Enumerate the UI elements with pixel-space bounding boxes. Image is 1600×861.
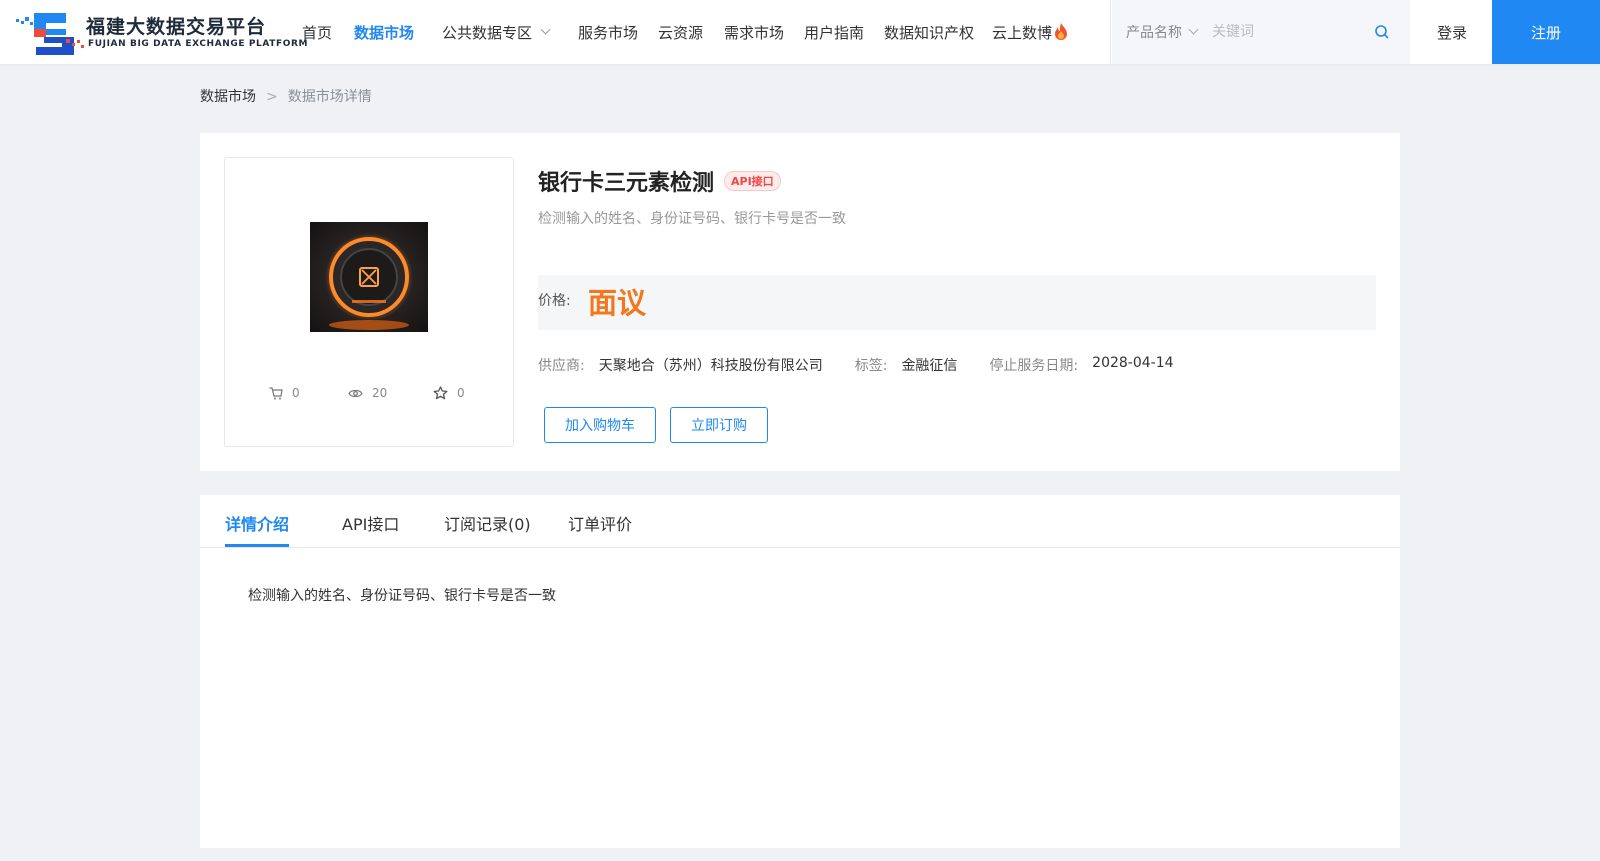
breadcrumb-current: 数据市场详情 — [287, 89, 372, 105]
chevron-down-icon — [1188, 24, 1199, 34]
nav-cloud-resources[interactable]: 云资源 — [658, 0, 703, 64]
price-value: 面议 — [588, 286, 647, 320]
search-bar: 产品名称 — [1112, 0, 1410, 64]
header-divider — [1110, 0, 1111, 64]
tag-value: 金融征信 — [901, 358, 958, 374]
search-input[interactable] — [1212, 16, 1372, 48]
supplier-label: 供应商: — [538, 358, 585, 374]
product-meta-row: 供应商: 天聚地合（苏州）科技股份有限公司 标签: 金融征信 停止服务日期: 2… — [538, 355, 1174, 375]
favorite-count-stat[interactable]: 0 — [433, 386, 465, 400]
nav-data-ip[interactable]: 数据知识产权 — [884, 0, 974, 64]
end-date-label: 停止服务日期: — [989, 358, 1079, 374]
logo-subtitle: FUJIAN BIG DATA EXCHANGE PLATFORM — [88, 39, 309, 49]
register-button[interactable]: 注册 — [1492, 0, 1600, 64]
nav-demand-market[interactable]: 需求市场 — [724, 0, 784, 64]
chevron-down-icon — [540, 24, 551, 34]
star-icon — [433, 386, 448, 400]
product-thumbnail[interactable] — [310, 222, 428, 332]
cart-icon — [269, 386, 283, 399]
top-header: 福建大数据交易平台 FUJIAN BIG DATA EXCHANGE PLATF… — [0, 0, 1600, 64]
nav-cloud-expo-label: 云上数博 — [992, 23, 1053, 42]
subscribe-button[interactable]: 立即订购 — [670, 407, 768, 443]
nav-home[interactable]: 首页 — [302, 0, 332, 64]
nav-service-market[interactable]: 服务市场 — [578, 0, 638, 64]
breadcrumb-home-link[interactable]: 数据市场 — [200, 89, 256, 105]
nav-public-data[interactable]: 公共数据专区 — [442, 0, 551, 64]
tag-label: 标签: — [854, 358, 888, 374]
product-card: 0 20 0 银行卡三元素检测 API接口 检测输入的姓名、身份证号码、银行卡号… — [200, 133, 1400, 471]
nav-user-guide[interactable]: 用户指南 — [804, 0, 864, 64]
price-box: 价格: 面议 — [538, 275, 1376, 330]
nav-demand-market-label: 需求市场 — [724, 23, 785, 42]
login-button[interactable]: 登录 — [1412, 0, 1492, 64]
api-badge: API接口 — [724, 171, 781, 191]
detail-content: 检测输入的姓名、身份证号码、银行卡号是否一致 — [248, 588, 556, 604]
breadcrumb: 数据市场 > 数据市场详情 — [200, 86, 372, 106]
details-card: 详情介绍 API接口 订阅记录(0) 订单评价 检测输入的姓名、身份证号码、银行… — [200, 495, 1400, 848]
nav-public-data-label: 公共数据专区 — [442, 23, 533, 42]
nav-cloud-resources-label: 云资源 — [658, 23, 704, 42]
nav-home-label: 首页 — [302, 23, 333, 42]
cart-count-stat: 0 — [269, 386, 300, 400]
view-count: 20 — [372, 386, 388, 400]
breadcrumb-separator: > — [266, 89, 278, 105]
product-title-row: 银行卡三元素检测 API接口 — [538, 165, 781, 197]
favorite-count: 0 — [457, 386, 465, 400]
nav-data-market[interactable]: 数据市场 — [354, 0, 414, 64]
view-count-stat: 20 — [348, 386, 387, 400]
detail-tabs: 详情介绍 API接口 订阅记录(0) 订单评价 — [200, 495, 1400, 548]
add-to-cart-button[interactable]: 加入购物车 — [544, 407, 656, 443]
logo-title: 福建大数据交易平台 — [86, 16, 267, 38]
tab-subscription-records[interactable]: 订阅记录(0) — [444, 511, 531, 535]
nav-data-ip-label: 数据知识产权 — [884, 23, 975, 42]
nav-service-market-label: 服务市场 — [578, 23, 639, 42]
site-logo[interactable]: 福建大数据交易平台 FUJIAN BIG DATA EXCHANGE PLATF… — [16, 9, 307, 55]
product-image-box: 0 20 0 — [224, 157, 514, 447]
product-description: 检测输入的姓名、身份证号码、银行卡号是否一致 — [538, 211, 846, 227]
search-icon[interactable] — [1374, 24, 1390, 40]
tab-api[interactable]: API接口 — [342, 511, 399, 535]
supplier-name: 天聚地合（苏州）科技股份有限公司 — [598, 358, 823, 374]
tab-order-reviews[interactable]: 订单评价 — [568, 511, 632, 535]
product-stats: 0 20 0 — [225, 386, 515, 406]
price-label: 价格: — [538, 293, 571, 309]
nav-user-guide-label: 用户指南 — [804, 23, 865, 42]
end-date-value: 2028-04-14 — [1092, 355, 1174, 371]
search-category-select[interactable]: 产品名称 — [1126, 0, 1199, 64]
tab-details[interactable]: 详情介绍 — [225, 511, 289, 535]
fire-icon — [1055, 23, 1068, 40]
nav-cloud-expo[interactable]: 云上数博 — [992, 0, 1068, 64]
product-title: 银行卡三元素检测 — [538, 171, 715, 196]
active-tab-indicator — [225, 544, 289, 547]
eye-icon — [348, 389, 363, 397]
logo-mark-icon — [16, 13, 84, 55]
search-category-label: 产品名称 — [1126, 25, 1182, 41]
nav-data-market-label: 数据市场 — [354, 23, 415, 42]
cart-count: 0 — [292, 386, 300, 400]
